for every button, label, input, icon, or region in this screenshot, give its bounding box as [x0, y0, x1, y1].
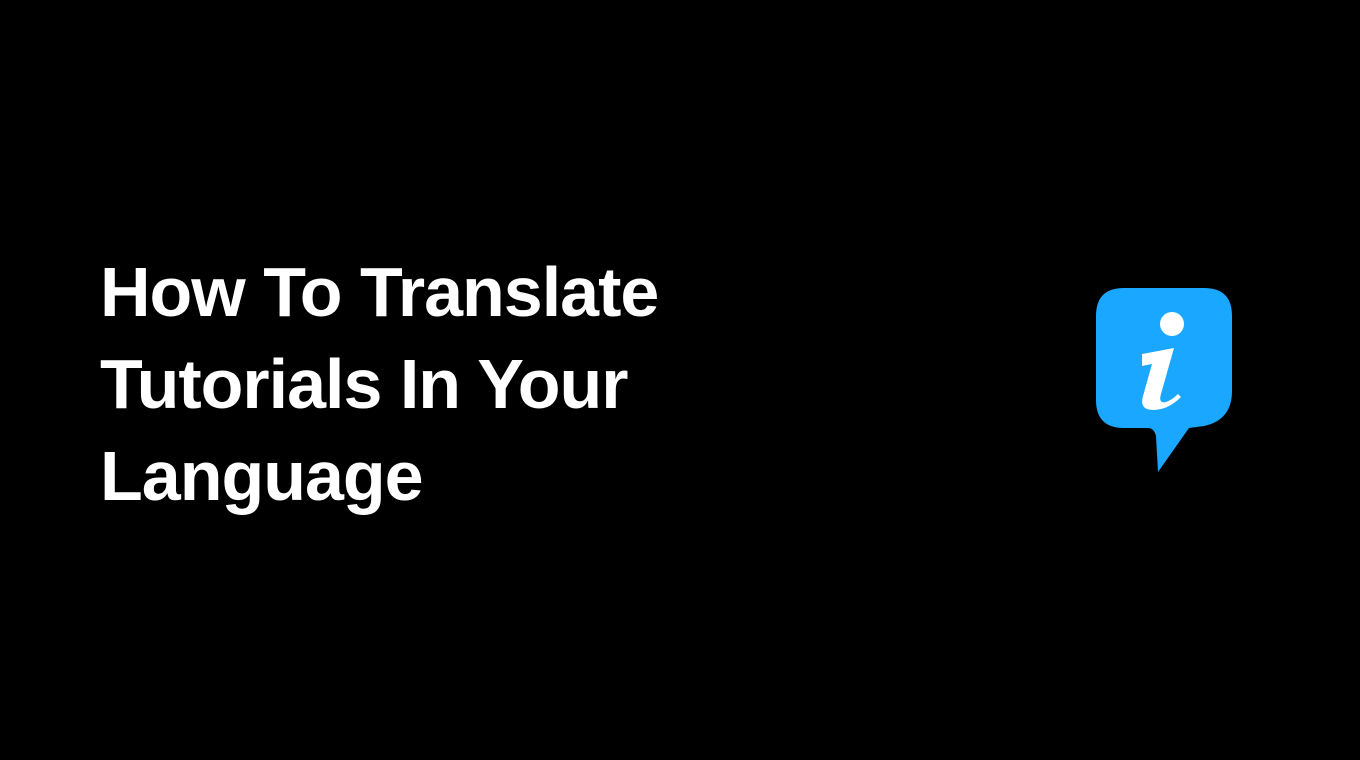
title-line-3: Language	[100, 437, 424, 515]
info-bubble-icon	[1094, 286, 1234, 474]
title-line-1: How To Translate	[100, 253, 659, 331]
title-line-2: Tutorials In Your	[100, 345, 628, 423]
page-title: How To Translate Tutorials In Your Langu…	[100, 246, 659, 522]
info-dot	[1160, 312, 1184, 336]
banner: How To Translate Tutorials In Your Langu…	[0, 0, 1360, 760]
